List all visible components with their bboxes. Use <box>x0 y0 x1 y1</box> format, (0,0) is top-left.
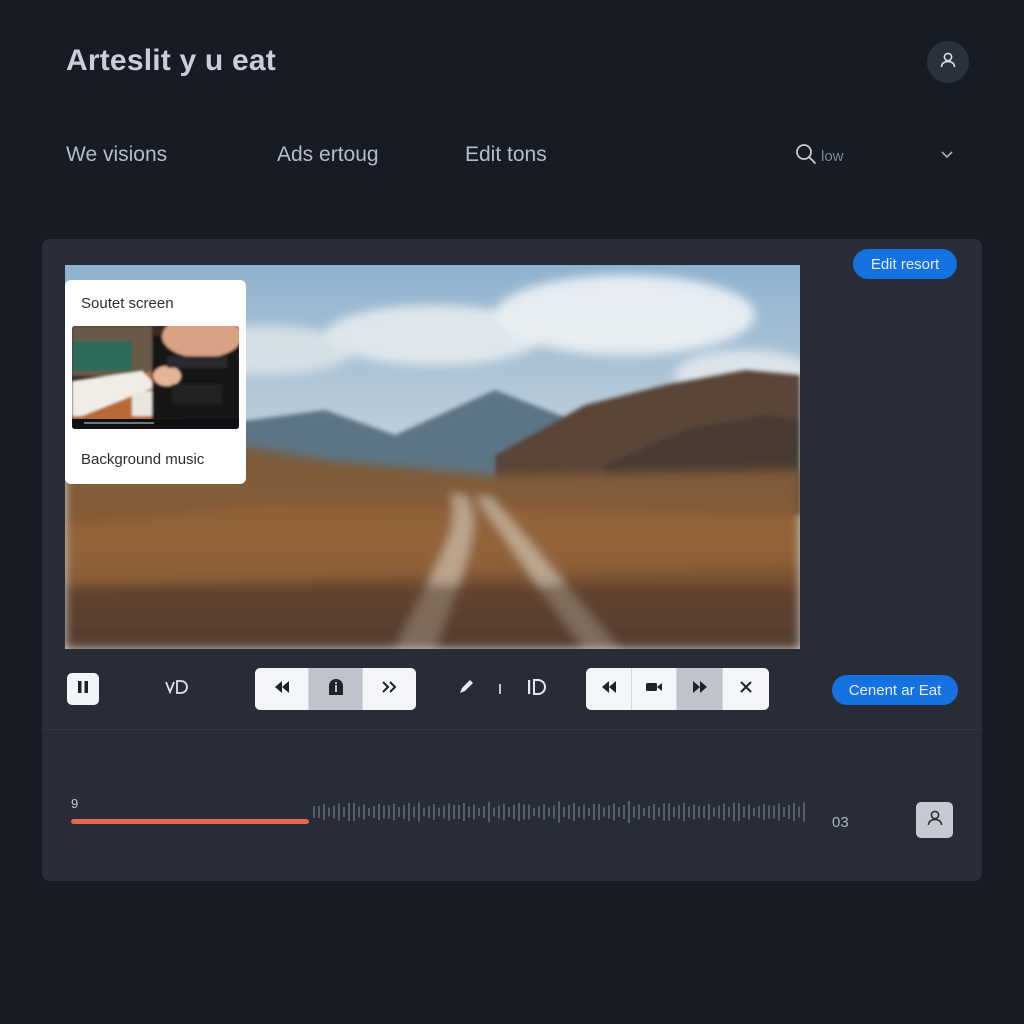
rewind-icon <box>600 680 618 699</box>
timeline-start-time: 9 <box>71 796 79 811</box>
divider-mark <box>497 681 503 697</box>
forward-button[interactable] <box>363 668 416 710</box>
id-icon <box>526 678 548 701</box>
user-icon <box>938 50 958 75</box>
info-icon <box>327 678 345 701</box>
nav-item-ads[interactable]: Ads ertoug <box>277 143 379 167</box>
record-button[interactable] <box>632 668 677 710</box>
popup-thumbnail[interactable] <box>72 326 239 429</box>
skip-back-button[interactable] <box>586 668 632 710</box>
info-button[interactable] <box>309 668 363 710</box>
search-dropdown[interactable]: low <box>787 136 967 176</box>
playback-controls: Cenent ar Eat <box>42 668 982 712</box>
collaborator-button[interactable] <box>916 802 953 838</box>
pause-icon <box>76 680 90 699</box>
chevron-down-icon <box>939 146 955 167</box>
nav-item-edit[interactable]: Edit tons <box>465 143 547 167</box>
timeline-progress[interactable] <box>71 819 309 824</box>
app-title: Arteslit y u eat <box>66 44 276 77</box>
timeline-end-time: 03 <box>832 814 849 831</box>
pen-tool-button[interactable] <box>455 677 477 701</box>
nav-item-visions[interactable]: We visions <box>66 143 167 167</box>
voiceover-icon <box>164 678 188 701</box>
thumbnail-image <box>72 326 239 429</box>
pen-icon <box>457 678 475 701</box>
voiceover-button[interactable] <box>162 677 190 701</box>
fast-forward-icon <box>691 680 709 699</box>
source-screen-popup: Soutet screen Background music <box>65 280 246 484</box>
double-chevron-right-icon <box>381 680 399 699</box>
close-button[interactable] <box>723 668 769 710</box>
skip-forward-button[interactable] <box>677 668 723 710</box>
generate-button[interactable]: Cenent ar Eat <box>832 675 958 705</box>
seek-group <box>255 668 416 710</box>
background-music-label[interactable]: Background music <box>81 451 204 468</box>
audio-waveform[interactable] <box>312 801 808 823</box>
edit-resort-button[interactable]: Edit resort <box>853 249 957 279</box>
search-icon <box>795 143 817 170</box>
user-icon <box>925 808 945 833</box>
pause-button[interactable] <box>67 673 99 705</box>
profile-button[interactable] <box>927 41 969 83</box>
editor-panel: Edit resort Soutet screen Background mus… <box>42 239 982 881</box>
edit-tools-group <box>586 668 769 710</box>
search-value: low <box>821 147 844 165</box>
rewind-button[interactable] <box>255 668 309 710</box>
panel-divider <box>42 729 982 730</box>
camera-icon <box>645 680 663 699</box>
popup-title: Soutet screen <box>81 295 174 312</box>
id-button[interactable] <box>523 677 551 701</box>
rewind-icon <box>273 680 291 699</box>
close-icon <box>739 680 753 699</box>
